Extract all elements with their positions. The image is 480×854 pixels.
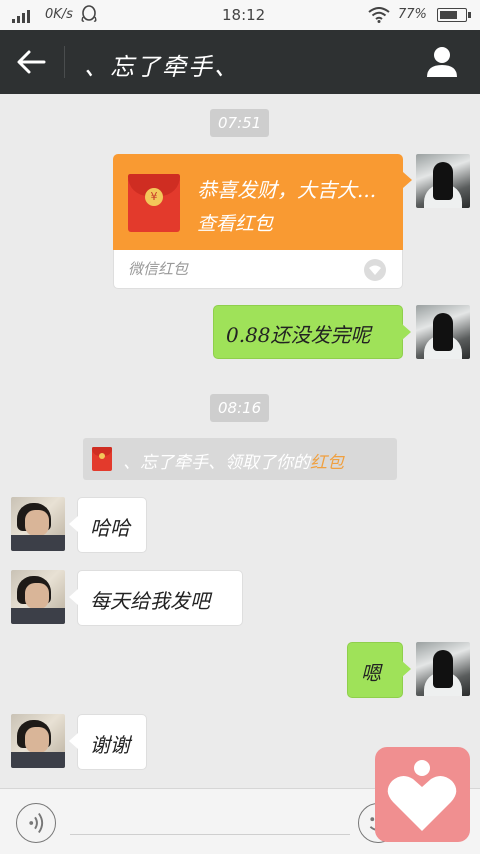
red-packet-brand: 微信红包 xyxy=(128,260,189,278)
message-text: 哈哈 xyxy=(90,516,130,540)
red-packet-view-label: 查看红包 xyxy=(197,213,274,235)
notice-prefix: 、忘了牵手、领取了你的 xyxy=(123,453,310,473)
wifi-icon xyxy=(368,7,390,23)
network-speed: 0K/s xyxy=(45,7,73,22)
signal-icon xyxy=(12,9,36,23)
heart-person-icon xyxy=(387,760,457,831)
red-envelope-icon: ¥ xyxy=(128,174,180,232)
avatar[interactable] xyxy=(11,570,65,624)
message-input[interactable] xyxy=(70,834,350,835)
avatar[interactable] xyxy=(416,305,470,359)
system-notice: 、忘了牵手、领取了你的红包 xyxy=(83,438,397,480)
message-text: 0.88还没发完呢 xyxy=(226,323,371,347)
message-bubble-received[interactable]: 谢谢 xyxy=(69,714,147,770)
floating-assistant-button[interactable] xyxy=(375,747,470,842)
person-icon[interactable] xyxy=(424,44,460,80)
clock: 18:12 xyxy=(222,6,266,24)
timestamp: 07:51 xyxy=(210,109,270,137)
message-bubble-received[interactable]: 每天给我发吧 xyxy=(69,570,243,626)
battery-percent: 77% xyxy=(398,7,427,22)
red-packet-greeting: 恭喜发财，大吉大... xyxy=(197,178,377,202)
avatar[interactable] xyxy=(416,642,470,696)
red-packet-message[interactable]: ¥ 恭喜发财，大吉大... 查看红包 微信红包 xyxy=(113,154,412,289)
status-bar: 0K/s 18:12 77% xyxy=(0,0,480,30)
avatar[interactable] xyxy=(416,154,470,208)
timestamp: 08:16 xyxy=(210,394,270,422)
message-bubble-sent[interactable]: 0.88还没发完呢 xyxy=(213,305,411,359)
message-bubble-received[interactable]: 哈哈 xyxy=(69,497,147,553)
arrow-left-icon[interactable] xyxy=(14,46,48,78)
battery-icon xyxy=(437,8,471,22)
qq-icon xyxy=(81,5,97,22)
chat-title: 、忘了牵手、 xyxy=(84,53,240,81)
avatar[interactable] xyxy=(11,497,65,551)
message-text: 每天给我发吧 xyxy=(90,589,210,613)
chat-header: 、忘了牵手、 xyxy=(0,30,480,94)
notice-red-packet-link[interactable]: 红包 xyxy=(310,453,344,473)
wechat-pay-icon xyxy=(364,259,386,281)
red-envelope-icon xyxy=(92,447,112,471)
message-bubble-sent[interactable]: 嗯 xyxy=(347,642,411,698)
avatar[interactable] xyxy=(11,714,65,768)
message-text: 谢谢 xyxy=(90,733,130,757)
message-text: 嗯 xyxy=(361,661,381,685)
notice-text: 、忘了牵手、领取了你的红包 xyxy=(123,448,344,473)
voice-icon[interactable] xyxy=(16,803,56,843)
header-divider xyxy=(64,46,65,78)
